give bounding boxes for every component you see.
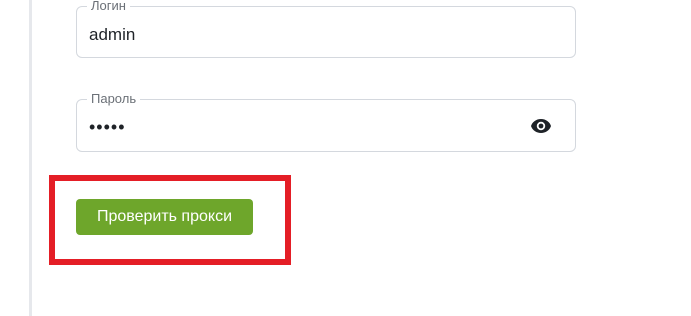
login-label: Логин bbox=[87, 0, 130, 13]
left-divider bbox=[29, 0, 32, 316]
proxy-settings-form: Логин admin Пароль ••••• Проверить прокс… bbox=[0, 0, 691, 316]
password-label: Пароль bbox=[87, 92, 141, 106]
login-value[interactable]: admin bbox=[89, 25, 135, 45]
login-field[interactable]: Логин admin bbox=[76, 0, 576, 58]
check-proxy-button[interactable]: Проверить прокси bbox=[76, 199, 253, 235]
eye-icon[interactable] bbox=[529, 116, 553, 136]
password-value[interactable]: ••••• bbox=[89, 117, 126, 137]
password-field[interactable]: Пароль ••••• bbox=[76, 92, 576, 152]
